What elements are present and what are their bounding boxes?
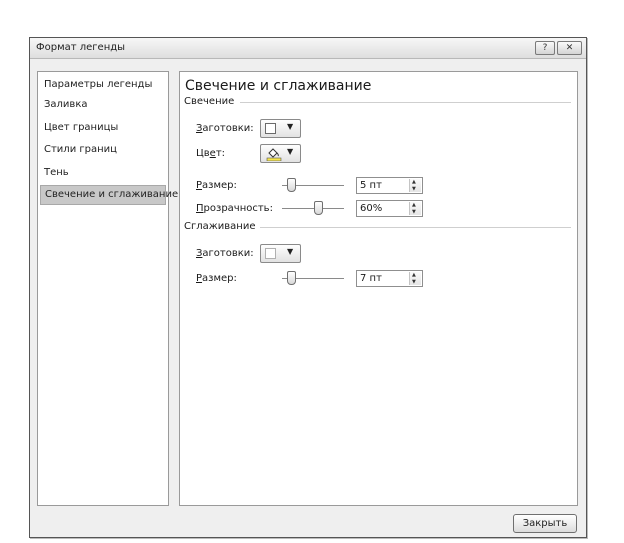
glow-transparency-spinner[interactable]: 60% ▲ ▼: [356, 200, 423, 217]
slider-thumb[interactable]: [314, 201, 323, 215]
soft-edges-section-title: Сглаживание: [184, 221, 261, 232]
glow-divider: [240, 102, 571, 103]
format-legend-dialog: Формат легенды ? ✕ Параметры легенды Зал…: [29, 37, 587, 538]
glow-size-slider[interactable]: [282, 178, 344, 194]
soft-edges-divider: [260, 227, 571, 228]
soft-size-spinner[interactable]: 7 пт ▲ ▼: [356, 270, 423, 287]
nav-item-border-styles[interactable]: Стили границ: [40, 140, 166, 160]
slider-thumb[interactable]: [287, 271, 296, 285]
soft-size-slider[interactable]: [282, 271, 344, 287]
nav-item-glow-soft-edges[interactable]: Свечение и сглаживание: [40, 185, 178, 205]
glow-transparency-value: 60%: [360, 203, 383, 214]
chevron-down-icon: ▼: [287, 147, 294, 156]
settings-panel: Свечение и сглаживание Свечение Заготовк…: [179, 71, 578, 506]
nav-item-border-color[interactable]: Цвет границы: [40, 118, 166, 138]
spin-arrows-icon[interactable]: ▲ ▼: [409, 272, 421, 285]
nav-item-fill[interactable]: Заливка: [40, 95, 166, 115]
soft-presets-label: Заготовки:: [196, 248, 254, 259]
spin-arrows-icon[interactable]: ▲ ▼: [409, 202, 421, 215]
close-button[interactable]: Закрыть: [513, 514, 577, 533]
help-button[interactable]: ?: [535, 41, 555, 55]
panel-heading: Свечение и сглаживание: [185, 78, 372, 94]
slider-track: [282, 208, 344, 209]
title-bar: Формат легенды ? ✕: [30, 38, 586, 59]
glow-transparency-slider[interactable]: [282, 201, 344, 217]
window-title: Формат легенды: [36, 42, 126, 53]
category-list: Параметры легенды Заливка Цвет границы С…: [37, 71, 178, 506]
soft-preset-swatch: [265, 248, 276, 259]
slider-thumb[interactable]: [287, 178, 296, 192]
glow-transparency-label: Прозрачность:: [196, 203, 273, 214]
nav-item-legend-options[interactable]: Параметры легенды: [40, 75, 166, 95]
close-icon: ✕: [565, 43, 574, 53]
glow-presets-label: Заготовки:: [196, 123, 254, 134]
help-icon: ?: [542, 43, 548, 53]
glow-preset-swatch: [265, 123, 276, 134]
glow-presets-dropdown[interactable]: ▼: [260, 119, 301, 138]
spin-arrows-icon[interactable]: ▲ ▼: [409, 179, 421, 192]
paint-bucket-icon: [266, 148, 282, 161]
glow-color-dropdown[interactable]: ▼: [260, 144, 301, 163]
glow-section-title: Свечение: [184, 96, 240, 107]
glow-size-value: 5 пт: [360, 180, 382, 191]
soft-presets-dropdown[interactable]: ▼: [260, 244, 301, 263]
window-close-button[interactable]: ✕: [557, 41, 582, 55]
soft-size-label: Размер:: [196, 273, 237, 284]
chevron-down-icon: ▼: [287, 247, 294, 256]
soft-size-value: 7 пт: [360, 273, 382, 284]
nav-item-shadow[interactable]: Тень: [40, 163, 166, 183]
glow-color-label: Цвет:: [196, 148, 226, 159]
glow-size-spinner[interactable]: 5 пт ▲ ▼: [356, 177, 423, 194]
chevron-down-icon: ▼: [287, 122, 294, 131]
glow-size-label: Размер:: [196, 180, 237, 191]
